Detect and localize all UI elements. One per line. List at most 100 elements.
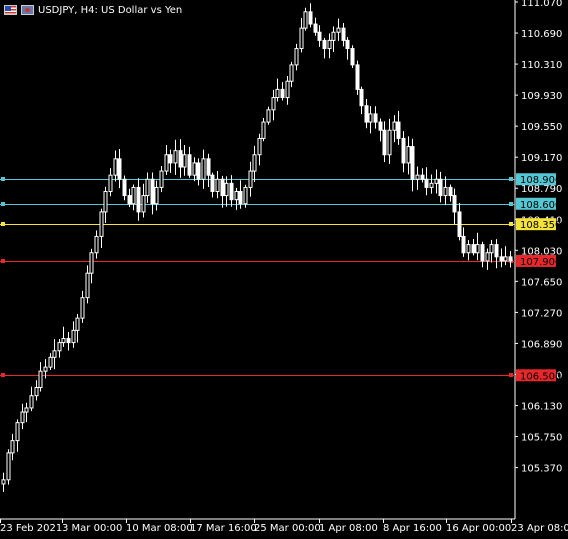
candle-body [322,39,327,50]
candle-body [61,338,66,344]
candle-body [1,479,6,485]
level-price-label: 108.600 [520,200,561,211]
candle-body [178,150,183,168]
candle-body [48,356,53,368]
candle-body [159,170,164,188]
candle-body [243,186,248,205]
candle-body [206,158,211,176]
candle-body [401,137,406,164]
candle-body [359,88,364,107]
candle-body [164,154,169,172]
candle-body [457,211,462,237]
candle-body [471,244,476,254]
candle-body [257,137,262,156]
chart-title: USDJPY, H4: US Dollar vs Yen [38,4,183,16]
level-anchor-right [509,202,513,206]
candle-body [89,252,94,274]
chart-canvas[interactable]: 111.070 110.690 110.310 109.930 109.550 109.1… [0,0,568,539]
y-tick-label: 111.070 [521,0,562,9]
candle-body [66,338,71,344]
candle-body [480,244,485,262]
x-tick-label: 25 Mar 00:00 [254,523,321,534]
level-price-label: 107.900 [520,257,561,268]
candle-body [196,162,201,180]
candle-body [71,329,76,344]
candle-body [266,109,271,123]
candle-body [57,342,62,352]
candle-body [201,158,206,180]
x-tick-label: 23 Feb 2021 [0,523,62,534]
candle-body [122,178,127,197]
candle-body [424,178,429,188]
x-tick-label: 3 Mar 00:00 [62,523,122,534]
candle-body [34,387,39,397]
candle-body [187,154,192,176]
x-tick-label: 10 Mar 08:00 [126,523,193,534]
candle-body [289,64,294,82]
y-tick-label: 109.170 [521,153,562,164]
y-tick-label: 109.550 [521,122,562,133]
candle-body [215,178,220,192]
candle-body [117,158,122,180]
candle-body [145,178,150,197]
candle-body [238,190,243,205]
candle-body [285,80,290,99]
candle-body [494,244,499,258]
us-flag-icon [4,5,17,15]
candle-body [317,31,322,41]
candle-body [387,129,392,156]
candle-body [150,178,155,205]
candle-body [103,190,108,213]
x-tick-label: 1 Apr 08:00 [319,523,378,534]
candle-body [327,39,332,50]
candle-body [131,186,136,205]
candle-body [271,97,276,111]
candle-body [85,272,90,299]
candle-body [29,395,34,409]
candle-body [499,256,504,262]
candle-body [350,48,355,66]
candle-body [299,27,304,50]
candle-body [173,150,178,164]
candle-body [406,146,411,164]
candle-body [382,129,387,156]
candle-body [303,11,308,29]
y-tick-label: 105.370 [521,464,562,475]
level-anchor-right [509,222,513,226]
level-price-label: 106.500 [520,371,561,382]
candle-body [336,27,341,33]
y-tick-label: 110.310 [521,60,562,71]
level-anchor-right [509,373,513,377]
jp-flag-icon [21,5,34,15]
candle-body [373,113,378,123]
candle-body [443,186,448,197]
candle-body [452,195,457,213]
candle-body [466,244,471,254]
candle-body [420,174,425,180]
candle-body [136,186,141,213]
candle-body [313,23,318,33]
candle-body [154,186,159,205]
candle-body [20,411,25,424]
y-tick-label: 107.270 [521,308,562,319]
candle-body [224,182,229,197]
y-tick-label: 110.690 [521,29,562,40]
candle-body [261,121,266,139]
candle-body [355,64,360,90]
level-anchor-right [509,177,513,181]
candle-body [80,297,85,319]
candle-body [392,121,397,131]
candle-body [410,146,415,180]
x-tick-label: 23 Apr 08:00 [511,523,568,534]
candle-body [415,174,420,180]
candle-body [341,27,346,41]
candle-body [229,182,234,201]
level-price-label: 108.350 [520,220,561,231]
candle-body [485,252,490,262]
candle-body [275,88,280,99]
candle-body [434,178,439,184]
candle-body [396,121,401,139]
candle-body [331,31,336,41]
chart-header: USDJPY, H4: US Dollar vs Yen [4,3,182,17]
candle-body [364,105,369,123]
